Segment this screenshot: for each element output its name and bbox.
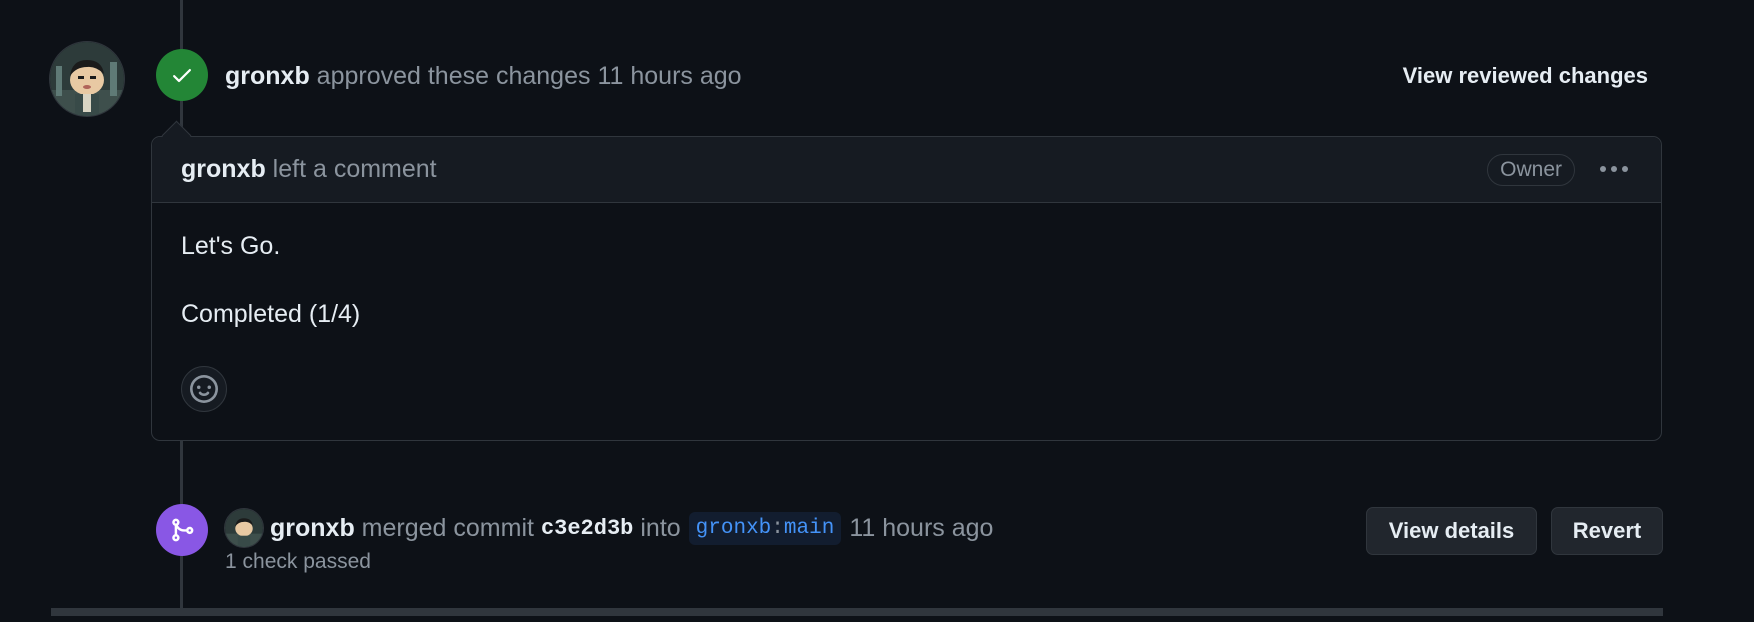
comment-options-button[interactable] — [1597, 153, 1631, 185]
view-details-button[interactable]: View details — [1366, 507, 1537, 555]
merge-into-text: into — [640, 513, 681, 542]
git-merge-icon — [172, 518, 194, 542]
review-event: gronxb approved these changes 11 hours a… — [225, 56, 742, 96]
avatar[interactable] — [50, 42, 124, 116]
timeline-divider — [51, 608, 1663, 616]
merge-event: gronxb merged commit c3e2d3b into gronxb… — [225, 507, 993, 549]
comment-paragraph: Completed (1/4) — [181, 300, 361, 328]
merge-timestamp[interactable]: 11 hours ago — [849, 514, 993, 543]
branch-name: main — [783, 516, 835, 540]
commit-sha-link[interactable]: c3e2d3b — [541, 516, 633, 541]
merge-action-text: merged commit — [361, 513, 534, 542]
review-action-text: approved these changes — [316, 61, 591, 90]
comment-action-text: left a comment — [272, 155, 437, 183]
view-reviewed-changes-button[interactable]: View reviewed changes — [1403, 56, 1648, 96]
smiley-icon — [190, 375, 218, 403]
add-reaction-button[interactable] — [181, 366, 227, 412]
branch-owner: gronxb — [695, 516, 772, 540]
revert-button[interactable]: Revert — [1551, 507, 1663, 555]
avatar-image — [50, 42, 124, 116]
approved-badge — [156, 49, 208, 101]
owner-badge: Owner — [1487, 154, 1575, 186]
check-icon — [173, 69, 191, 83]
merge-author-link[interactable]: gronxb — [270, 514, 355, 543]
merge-author-avatar[interactable] — [225, 509, 263, 547]
kebab-horizontal-icon — [1600, 166, 1628, 172]
comment-header: gronxb left a comment Owner — [152, 137, 1661, 203]
comment-card: gronxb left a comment Owner Let's Go. Co… — [151, 136, 1662, 441]
avatar-image — [225, 509, 263, 547]
merged-badge — [156, 504, 208, 556]
comment-author-link[interactable]: gronxb — [181, 155, 266, 184]
review-author-link[interactable]: gronxb — [225, 62, 310, 91]
branch-separator: : — [771, 516, 784, 540]
checks-status[interactable]: 1 check passed — [225, 550, 371, 574]
comment-paragraph: Let's Go. — [181, 232, 281, 260]
review-timestamp[interactable]: 11 hours ago — [597, 62, 741, 91]
comment-body: Let's Go. Completed (1/4) — [152, 203, 1661, 329]
branch-ref[interactable]: gronxb:main — [688, 511, 842, 545]
